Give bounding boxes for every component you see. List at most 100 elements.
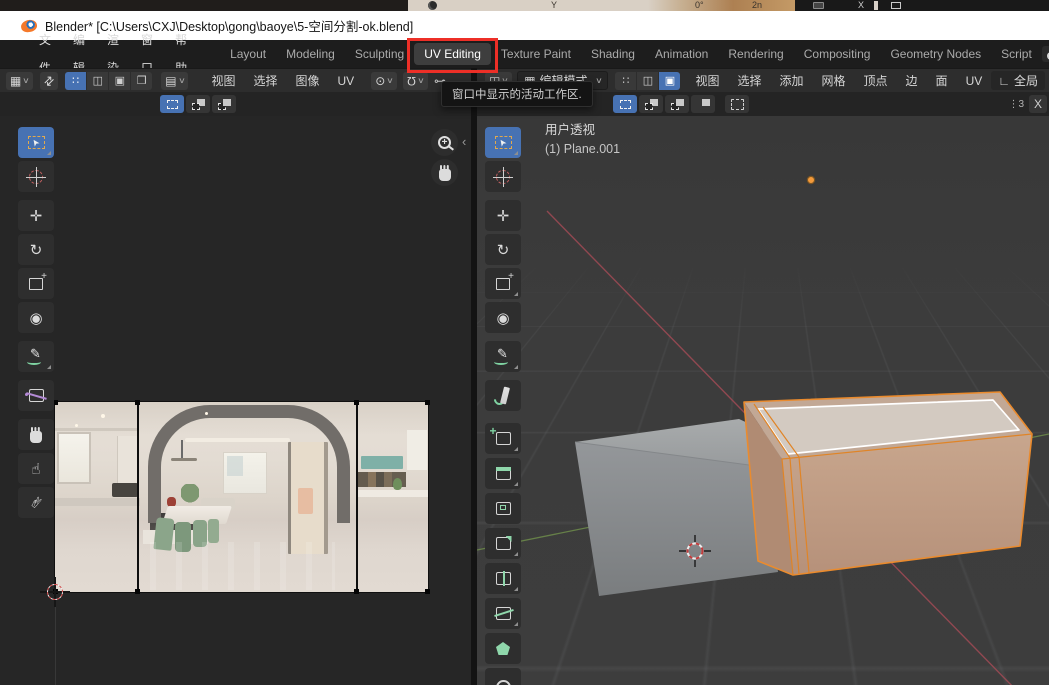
light-object[interactable] [807, 176, 814, 183]
tool-measure[interactable] [485, 380, 521, 411]
x-mirror-button[interactable]: X [1029, 95, 1047, 113]
uv-2d-cursor[interactable] [44, 581, 66, 603]
tool-knife[interactable] [485, 598, 521, 629]
uv-vertex[interactable] [354, 400, 359, 405]
tool-pinch[interactable]: ✌ [18, 487, 54, 518]
tab-sculpting[interactable]: Sculpting [345, 43, 414, 65]
select-mode-face[interactable]: ▣ [659, 72, 680, 90]
tab-shading[interactable]: Shading [581, 43, 645, 65]
tool-move[interactable]: ✛ [485, 200, 521, 231]
tool-add-cube[interactable]: + [485, 423, 521, 454]
tool-select-box[interactable]: ➤ [485, 127, 521, 158]
photo-floor-reflection [150, 542, 335, 590]
select-new-button[interactable] [613, 95, 637, 113]
uv-menu-select[interactable]: 选择 [244, 72, 286, 89]
vp-menu-view[interactable]: 视图 [686, 72, 728, 89]
uv-select-mode-island[interactable]: ❒ [131, 72, 152, 90]
tool-spin[interactable] [485, 668, 521, 685]
select-intersect-button[interactable] [691, 95, 715, 113]
vp-menu-mesh[interactable]: 网格 [813, 72, 855, 89]
tool-transform[interactable]: ◉ [18, 302, 54, 333]
inset-icon [496, 502, 511, 515]
tool-loop-cut[interactable] [485, 563, 521, 594]
uv-vertex[interactable] [135, 400, 140, 405]
uv-vertex[interactable] [135, 589, 140, 594]
uv-select-mode-face[interactable]: ▣ [109, 72, 130, 90]
tool-relax[interactable]: ☝ [18, 453, 54, 484]
snap-badge[interactable]: ⋮3 [1008, 99, 1024, 110]
select-extend-button[interactable] [186, 95, 210, 113]
uv-menu-view[interactable]: 视图 [202, 72, 244, 89]
tool-annotate[interactable]: ✎ [18, 341, 54, 372]
tool-annotate[interactable]: ✎ [485, 341, 521, 372]
tab-texture-paint[interactable]: Texture Paint [491, 43, 581, 65]
select-extend-button[interactable] [639, 95, 663, 113]
tool-rotate[interactable]: ↻ [485, 234, 521, 265]
pinch-icon: ✌ [25, 492, 46, 514]
tab-script[interactable]: Script [991, 43, 1042, 65]
vp-menu-edge[interactable]: 边 [897, 72, 927, 89]
viewport-canvas[interactable]: 用户透视 (1) Plane.001 ➤ ✛ ↻ + ◉ ✎ + [477, 116, 1049, 685]
uv-vertex[interactable] [425, 589, 430, 594]
uv-editor-canvas[interactable]: ➤ ✛ ↻ + ◉ ✎ ☝ ✌ + ‹ [0, 116, 471, 685]
viewport-scene[interactable] [477, 116, 1049, 685]
emoji-icon [428, 1, 437, 10]
tool-scale[interactable]: + [18, 268, 54, 299]
scene-selector[interactable]: ∨ [1042, 46, 1049, 62]
pan-button[interactable] [431, 159, 458, 186]
uv-edge[interactable] [137, 402, 139, 592]
tool-cursor[interactable] [485, 161, 521, 192]
pivot-point-dropdown[interactable]: ⊙∨ [371, 72, 397, 90]
uv-edge[interactable] [356, 402, 358, 592]
tab-rendering[interactable]: Rendering [718, 43, 793, 65]
tool-inset-faces[interactable] [485, 493, 521, 524]
photo-counter-right [357, 490, 428, 497]
tool-grab[interactable] [18, 419, 54, 450]
chevron-down-icon: ∨ [386, 76, 394, 85]
tool-poly-build[interactable] [485, 633, 521, 664]
tool-2d-cursor[interactable] [18, 161, 54, 192]
tool-transform[interactable]: ◉ [485, 302, 521, 333]
tool-rotate[interactable]: ↻ [18, 234, 54, 265]
uv-select-mode-edge[interactable]: ◫ [87, 72, 108, 90]
tab-modeling[interactable]: Modeling [276, 43, 345, 65]
tool-bevel[interactable] [485, 528, 521, 559]
editor-type-button[interactable]: ▦∨ [6, 72, 33, 90]
tab-compositing[interactable]: Compositing [794, 43, 881, 65]
select-subtract-button[interactable] [212, 95, 236, 113]
zoom-button[interactable]: + [431, 129, 458, 156]
vp-menu-add[interactable]: 添加 [770, 72, 812, 89]
photo-cabinet-line [55, 428, 137, 431]
tab-uv-editing[interactable]: UV Editing [414, 43, 491, 65]
blender-menu-icon[interactable] [20, 49, 22, 60]
snap-dropdown[interactable]: Ω∨ [403, 72, 428, 90]
select-mode-edge[interactable]: ◫ [637, 72, 658, 90]
transform-orientation-dropdown[interactable]: ∟全局 [991, 71, 1045, 90]
tool-select-box[interactable]: ➤ [18, 127, 54, 158]
select-mode-vertex[interactable]: ∷ [615, 72, 636, 90]
uv-select-mode-vertex[interactable]: ∷ [65, 72, 86, 90]
vp-menu-select[interactable]: 选择 [728, 72, 770, 89]
uv-sync-selection-toggle[interactable]: ⇄ [40, 72, 58, 90]
tab-layout[interactable]: Layout [220, 43, 276, 65]
sidebar-collapse-arrow[interactable]: ‹ [462, 134, 466, 149]
uv-image[interactable] [55, 402, 428, 592]
uv-vertex[interactable] [354, 589, 359, 594]
tool-extrude-region[interactable] [485, 458, 521, 489]
tab-geometry-nodes[interactable]: Geometry Nodes [880, 43, 991, 65]
tool-rip-region[interactable] [18, 380, 54, 411]
fallback-tool-button[interactable] [725, 95, 749, 113]
vp-menu-uv[interactable]: UV [957, 74, 992, 88]
uv-menu-image[interactable]: 图像 [287, 72, 329, 89]
tab-animation[interactable]: Animation [645, 43, 718, 65]
select-subtract-button[interactable] [665, 95, 689, 113]
uv-vertex[interactable] [425, 400, 430, 405]
uv-menu-uv[interactable]: UV [329, 74, 364, 88]
vp-menu-face[interactable]: 面 [927, 72, 957, 89]
select-new-button[interactable] [160, 95, 184, 113]
vp-menu-vertex[interactable]: 顶点 [855, 72, 897, 89]
chevron-down-icon: ∨ [595, 76, 603, 85]
sticky-selection-dropdown[interactable]: ▤∨ [161, 72, 188, 90]
tool-scale[interactable]: + [485, 268, 521, 299]
tool-move[interactable]: ✛ [18, 200, 54, 231]
